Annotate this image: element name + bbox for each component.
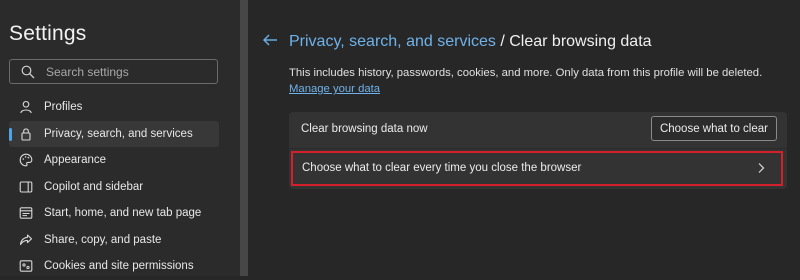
sidebar-item-privacy[interactable]: Privacy, search, and services [9, 120, 219, 147]
clear-on-close-row[interactable]: Choose what to clear every time you clos… [291, 151, 783, 186]
share-icon [18, 232, 34, 248]
search-box[interactable] [9, 59, 218, 84]
sidebar-item-label: Share, copy, and paste [44, 233, 162, 246]
sidebar-item-label: Appearance [44, 154, 107, 167]
breadcrumb-parent-link[interactable]: Privacy, search, and services [289, 33, 496, 50]
home-icon [18, 205, 34, 221]
sidebar-item-profiles[interactable]: Profiles [9, 94, 219, 121]
page-description: This includes history, passwords, cookie… [289, 67, 763, 79]
lock-icon [18, 126, 34, 142]
pane-divider[interactable] [240, 0, 248, 276]
chevron-right-icon [758, 163, 765, 173]
sidebar-title: Settings [9, 22, 87, 45]
sidebar-item-appearance[interactable]: Appearance [9, 147, 219, 174]
sidebar-item-share[interactable]: Share, copy, and paste [9, 227, 219, 254]
page-title: Clear browsing data [509, 33, 652, 50]
manage-data-link[interactable]: Manage your data [289, 83, 380, 95]
sidebar-item-label: Start, home, and new tab page [44, 207, 202, 220]
palette-icon [18, 152, 34, 168]
sidebar-item-label: Copilot and sidebar [44, 180, 144, 193]
person-icon [18, 99, 34, 115]
breadcrumb-separator: / [500, 33, 505, 50]
sidebar-item-label: Cookies and site permissions [44, 260, 194, 273]
sidebar-item-start-home[interactable]: Start, home, and new tab page [9, 200, 219, 227]
sidebar-nav: Profiles Privacy, search, and services A… [9, 94, 219, 280]
clear-on-close-label: Choose what to clear every time you clos… [302, 162, 582, 174]
row-divider [289, 148, 787, 149]
cookie-icon [18, 258, 34, 274]
breadcrumb: Privacy, search, and services / Clear br… [289, 33, 652, 51]
search-icon [21, 65, 35, 79]
sidebar-item-label: Profiles [44, 101, 83, 114]
choose-what-to-clear-button[interactable]: Choose what to clear [650, 116, 777, 141]
sidebar-icon [18, 179, 34, 195]
sidebar: Settings Profiles Privacy, search, and s… [0, 0, 240, 276]
clear-now-label: Clear browsing data now [301, 123, 428, 135]
search-input[interactable] [46, 62, 206, 81]
main-content: Privacy, search, and services / Clear br… [248, 0, 800, 276]
back-arrow-icon[interactable] [262, 32, 278, 48]
sidebar-item-label: Privacy, search, and services [44, 127, 193, 140]
sidebar-item-copilot[interactable]: Copilot and sidebar [9, 174, 219, 201]
clear-data-card: Clear browsing data now Choose what to c… [289, 112, 787, 189]
